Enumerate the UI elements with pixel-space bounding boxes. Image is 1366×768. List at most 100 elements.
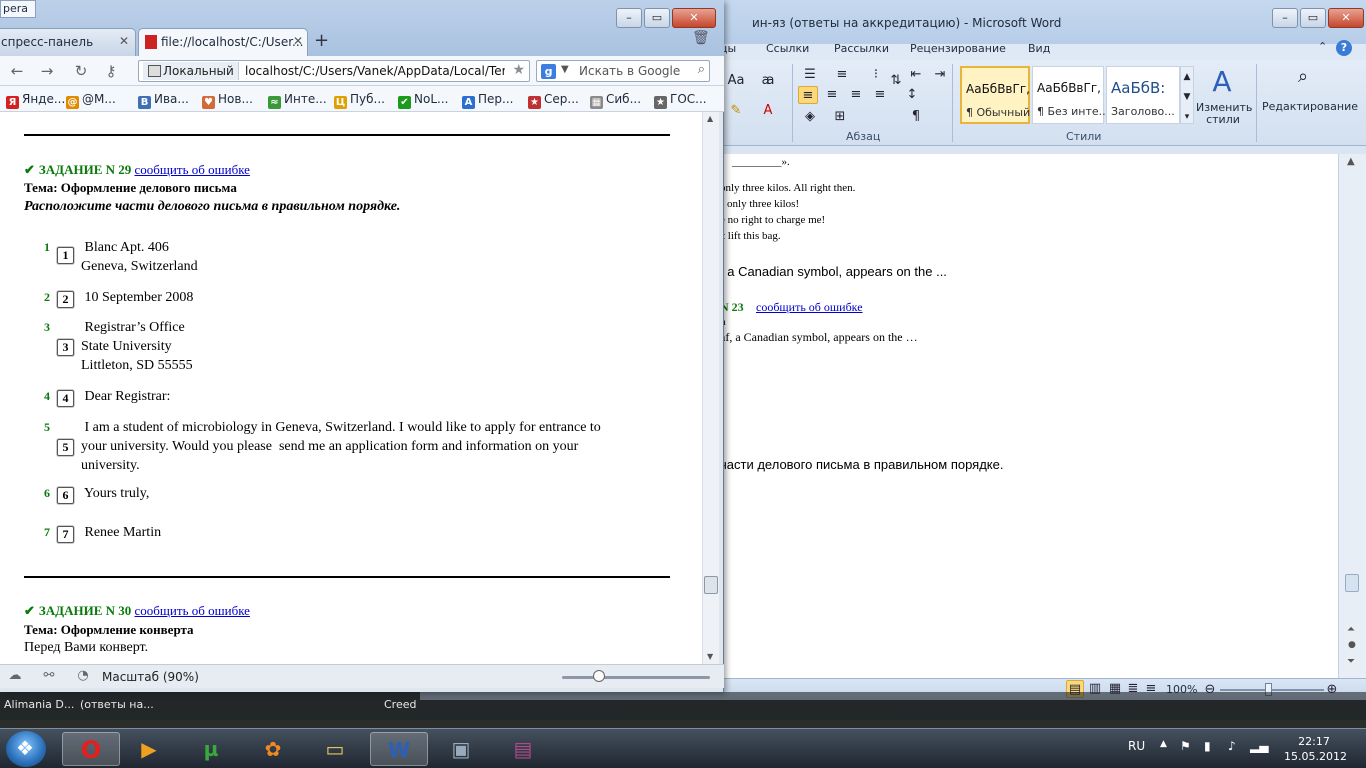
part-position-box[interactable]: 6 xyxy=(57,487,74,504)
tab-close-icon[interactable]: ✕ xyxy=(119,34,129,48)
sort-icon[interactable]: ⇅ xyxy=(886,72,906,90)
word-minimize-button[interactable]: – xyxy=(1272,8,1298,28)
word-zoom-slider[interactable] xyxy=(1220,689,1324,691)
opera-maximize-button[interactable]: ▭ xyxy=(644,8,670,28)
opera-zoom-slider[interactable] xyxy=(562,676,710,679)
word-close-button[interactable]: ✕ xyxy=(1328,8,1364,28)
bookmark-item[interactable]: Я Янде... xyxy=(6,92,65,109)
bookmark-item[interactable]: ★ Сер... xyxy=(528,92,579,109)
decrease-indent-icon[interactable]: ⇤ xyxy=(906,66,926,84)
trash-icon[interactable]: 🗑 xyxy=(692,30,710,46)
doc-report-link[interactable]: сообщить об ошибке xyxy=(756,300,863,315)
letter-part[interactable]: Renee Martin xyxy=(81,523,162,542)
show-marks-icon[interactable]: ¶ xyxy=(906,108,926,126)
part-position-box[interactable]: 4 xyxy=(57,390,74,407)
bg-window-label[interactable]: Creed xyxy=(384,698,416,711)
grow-font-icon[interactable]: Aa xyxy=(726,72,746,90)
part-position-box[interactable]: 3 xyxy=(57,339,74,356)
search-box[interactable]: g ▼ Искать в Google ⌕ xyxy=(536,60,710,82)
unite-icon[interactable]: ⚯ xyxy=(40,667,58,685)
bookmark-item[interactable]: ♥ Нов... xyxy=(202,92,253,109)
bookmark-item[interactable]: B Ива... xyxy=(138,92,189,109)
bookmark-item[interactable]: ≈ Инте... xyxy=(268,92,327,109)
editing-label[interactable]: Редактирование xyxy=(1260,100,1360,113)
search-icon[interactable]: ⌕ xyxy=(698,62,705,77)
taskbar-icq-icon[interactable]: ✿ xyxy=(244,732,302,766)
bookmark-item[interactable]: Ц Пуб... xyxy=(334,92,385,109)
multilevel-list-icon[interactable]: ⁝ xyxy=(866,66,886,84)
tab-close-icon[interactable]: ✕ xyxy=(293,34,303,48)
change-styles-label[interactable]: Изменить стили xyxy=(1196,102,1252,126)
page-scroll-thumb[interactable] xyxy=(704,576,718,594)
word-maximize-button[interactable]: ▭ xyxy=(1300,8,1326,28)
word-vertical-scrollbar[interactable]: ▲ ⏶ ● ⏷ xyxy=(1338,154,1366,678)
taskbar-opera-icon[interactable]: O xyxy=(62,732,120,766)
speed-icon[interactable]: ◔ xyxy=(74,667,92,685)
highlight-icon[interactable]: ✎ xyxy=(726,102,746,120)
network-icon[interactable]: ▂▄ xyxy=(1250,739,1268,753)
bookmark-item[interactable]: ▦ Сиб... xyxy=(590,92,641,109)
shading-icon[interactable]: ◈ xyxy=(800,108,820,126)
report-error-link[interactable]: сообщить об ошибке xyxy=(135,162,250,177)
tab-speed-dial[interactable]: спресс-панель ✕ xyxy=(0,28,136,56)
style-no-spacing[interactable]: АаБбВвГг, ¶ Без инте... xyxy=(1032,66,1109,124)
report-error-link[interactable]: сообщить об ошибке xyxy=(135,603,250,618)
language-indicator[interactable]: RU xyxy=(1128,739,1145,753)
letter-part[interactable]: Yours truly, xyxy=(81,484,149,503)
bookmark-item[interactable]: A Пер... xyxy=(462,92,513,109)
increase-indent-icon[interactable]: ⇥ xyxy=(930,66,950,84)
part-position-box[interactable]: 5 xyxy=(57,439,74,456)
align-center-icon[interactable]: ≡ xyxy=(822,86,842,104)
flag-icon[interactable]: ⚑ xyxy=(1180,739,1191,753)
chevron-down-icon[interactable]: ▼ xyxy=(561,64,569,75)
bookmark-item[interactable]: ★ ГОС... xyxy=(654,92,707,109)
font-color-icon[interactable]: A xyxy=(758,102,778,120)
start-button[interactable] xyxy=(6,731,46,767)
taskbar-utorrent-icon[interactable]: µ xyxy=(182,732,240,766)
tab-local-file[interactable]: file://localhost/C:/User... ✕ xyxy=(138,28,308,56)
letter-part[interactable]: Blanc Apt. 406 Geneva, Switzerland xyxy=(81,238,198,276)
reload-icon[interactable]: ↻ xyxy=(72,62,90,80)
wand-key-icon[interactable]: ⚷ xyxy=(102,62,120,80)
zoom-label[interactable]: Масштаб (90%) xyxy=(102,670,199,684)
taskbar-media-icon[interactable]: ▶ xyxy=(120,732,178,766)
clear-format-icon[interactable]: ꜳ xyxy=(758,72,778,90)
ribbon-tab-review[interactable]: Рецензирование xyxy=(910,42,1006,55)
address-bar[interactable]: Локальный localhost/C:/Users/Vanek/AppDa… xyxy=(138,60,530,82)
scroll-down-icon[interactable]: ▼ xyxy=(707,652,713,661)
numbering-icon[interactable]: ≡ xyxy=(832,66,852,84)
letter-part[interactable]: Registrar’s Office State University Little… xyxy=(81,318,193,375)
forward-icon[interactable]: → xyxy=(38,62,56,80)
next-page-icon[interactable]: ⏷ xyxy=(1347,656,1355,667)
tray-expand-icon[interactable]: ▲ xyxy=(1160,739,1167,749)
scroll-up-icon[interactable]: ▲ xyxy=(707,114,713,123)
bg-window-label[interactable]: Alimania D... xyxy=(4,698,74,711)
style-heading[interactable]: АаБбВ: Заголово... xyxy=(1106,66,1180,124)
cloud-icon[interactable]: ☁ xyxy=(6,667,24,685)
ribbon-tab-references[interactable]: Ссылки xyxy=(766,42,809,55)
letter-part[interactable]: 10 September 2008 xyxy=(81,288,194,307)
part-position-box[interactable]: 1 xyxy=(57,247,74,264)
opera-close-button[interactable]: ✕ xyxy=(672,8,716,28)
bookmark-item[interactable]: @ @M... xyxy=(66,92,116,109)
help-icon[interactable]: ? xyxy=(1336,40,1352,56)
word-scroll-thumb[interactable] xyxy=(1345,574,1359,592)
taskbar-winrar-icon[interactable]: ▤ xyxy=(494,732,552,766)
ribbon-tab-view[interactable]: Вид xyxy=(1028,42,1050,55)
taskbar-word-icon[interactable]: W xyxy=(370,732,428,766)
opera-menu-button[interactable]: pera xyxy=(0,0,36,18)
prev-page-icon[interactable]: ⏶ xyxy=(1347,624,1355,635)
letter-part[interactable]: I am a student of microbiology in Geneva… xyxy=(81,418,601,475)
ribbon-minimize-icon[interactable]: ⌃ xyxy=(1318,40,1327,53)
bg-window-label[interactable]: (ответы на... xyxy=(80,698,154,711)
scroll-up-icon[interactable]: ▲ xyxy=(1347,156,1355,167)
binoculars-icon[interactable]: ⌕ xyxy=(1290,68,1316,92)
bookmark-item[interactable]: ✔ NoL... xyxy=(398,92,448,109)
styles-more-icon[interactable]: ▲ ▼ ▾ xyxy=(1180,66,1194,124)
site-info-badge[interactable]: Локальный xyxy=(143,62,239,80)
part-position-box[interactable]: 7 xyxy=(57,526,74,543)
bullets-icon[interactable]: ☰ xyxy=(800,66,820,84)
taskbar-video-icon[interactable]: ▣ xyxy=(432,732,490,766)
device-icon[interactable]: ▮ xyxy=(1204,739,1211,753)
address-input[interactable]: localhost/C:/Users/Vanek/AppData/Local/T… xyxy=(245,64,505,78)
